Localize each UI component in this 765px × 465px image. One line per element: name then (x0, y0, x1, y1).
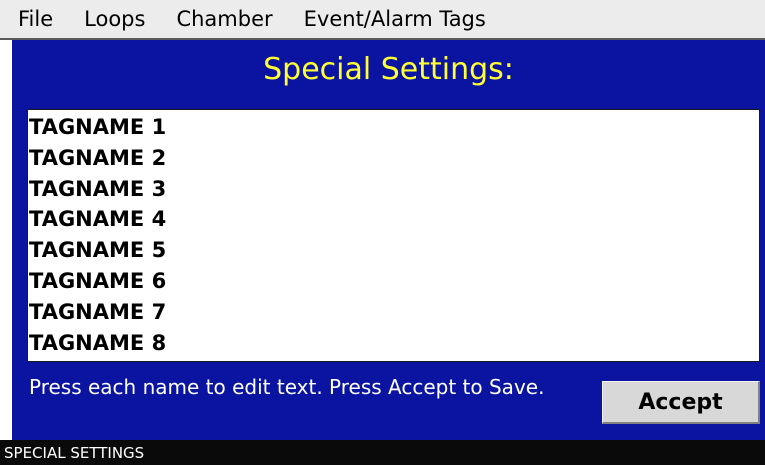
tag-name-item-6[interactable]: TAGNAME 6 (28, 266, 759, 297)
tag-name-item-7[interactable]: TAGNAME 7 (28, 297, 759, 328)
accept-button[interactable]: Accept (602, 381, 760, 424)
tag-name-item-5[interactable]: TAGNAME 5 (28, 235, 759, 266)
menu-event-alarm-tags[interactable]: Event/Alarm Tags (304, 7, 486, 31)
menu-loops[interactable]: Loops (84, 7, 145, 31)
panel-title: Special Settings: (263, 52, 514, 87)
status-bar: SPECIAL SETTINGS (0, 440, 765, 465)
tag-name-item-3[interactable]: TAGNAME 3 (28, 174, 759, 205)
tag-name-item-1[interactable]: TAGNAME 1 (28, 112, 759, 143)
menu-chamber[interactable]: Chamber (176, 7, 272, 31)
menu-bar: File Loops Chamber Event/Alarm Tags (0, 0, 765, 40)
instruction-text: Press each name to edit text. Press Acce… (29, 375, 545, 399)
menu-file[interactable]: File (18, 7, 53, 31)
tag-name-list: TAGNAME 1 TAGNAME 2 TAGNAME 3 TAGNAME 4 … (27, 109, 760, 362)
settings-panel: Special Settings: TAGNAME 1 TAGNAME 2 TA… (12, 40, 765, 440)
status-text: SPECIAL SETTINGS (4, 443, 145, 462)
tag-name-item-8[interactable]: TAGNAME 8 (28, 328, 759, 359)
tag-name-item-2[interactable]: TAGNAME 2 (28, 143, 759, 174)
tag-name-item-4[interactable]: TAGNAME 4 (28, 204, 759, 235)
